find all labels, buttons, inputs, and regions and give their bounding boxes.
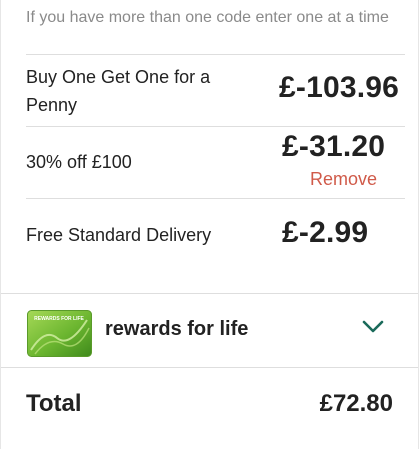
promo-code-hint: If you have more than one code enter one…	[26, 9, 389, 26]
divider	[26, 54, 405, 55]
divider	[26, 126, 405, 127]
discount-amount-delivery: £-2.99	[282, 216, 369, 249]
rewards-card-text: REWARDS FOR LIFE	[34, 316, 84, 322]
divider	[1, 367, 418, 368]
total-amount: £72.80	[319, 390, 393, 417]
total-label: Total	[26, 390, 82, 417]
discount-label-30-off: 30% off £100	[26, 152, 132, 172]
discount-label-delivery: Free Standard Delivery	[26, 225, 212, 245]
rewards-card-image: REWARDS FOR LIFE	[27, 310, 92, 357]
discount-label-bogof: Buy One Get One for a Penny	[26, 67, 211, 115]
divider	[26, 198, 405, 199]
discount-amount-bogof: £-103.96	[279, 71, 400, 104]
discount-amount-30-off: £-31.20	[282, 130, 386, 163]
chevron-down-icon[interactable]	[361, 319, 385, 335]
rewards-for-life-toggle[interactable]: REWARDS FOR LIFE rewards for life	[1, 294, 418, 366]
order-summary-panel: If you have more than one code enter one…	[0, 0, 419, 449]
rewards-for-life-label: rewards for life	[105, 318, 249, 340]
remove-discount-link[interactable]: Remove	[310, 169, 377, 190]
